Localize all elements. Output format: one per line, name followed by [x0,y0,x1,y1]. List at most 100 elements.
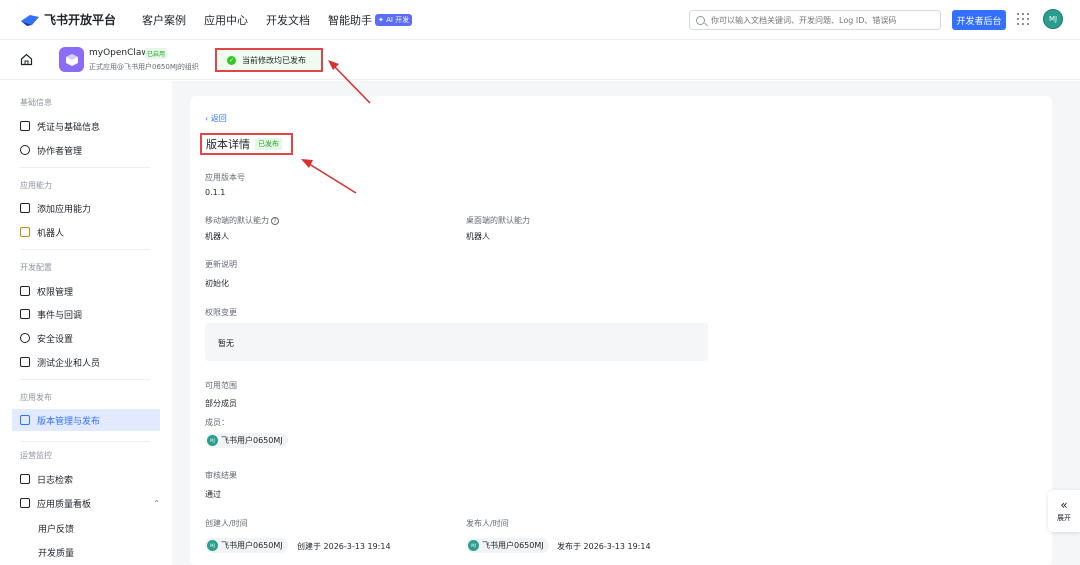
scope-value: 部分成员 [205,399,237,408]
apps-grid-icon[interactable] [1017,13,1029,25]
sidebar: 基础信息 凭证与基础信息 协作者管理 应用能力 添加应用能力 机器人 开发配置 … [0,81,172,565]
publisher-name: 飞书用户0650MJ [482,541,544,550]
creator-label: 创建人/时间 [205,519,248,528]
published-time: 发布于 2026-3-13 19:14 [557,542,651,551]
search-input[interactable] [711,15,936,25]
sidebar-section-title: 运营监控 [20,451,52,460]
app-subtitle: 正式应用@飞书用户0650MJ的组织 [89,63,199,71]
search-icon [696,15,705,25]
chevron-up-icon[interactable]: ⌃ [153,499,160,508]
status-badge: 已发布 [255,138,282,150]
sidebar-item-label: 测试企业和人员 [37,358,101,369]
user-avatar[interactable]: MJ [1043,9,1063,29]
sidebar-item-test-org[interactable]: 测试企业和人员 [20,351,160,373]
credentials-icon [20,121,30,131]
search-box[interactable] [689,10,941,30]
release-notes-label: 更新说明 [205,260,237,269]
mobile-capability-label: 移动端的默认能力? [205,215,279,226]
mobile-capability-label-text: 移动端的默认能力 [205,216,269,225]
sidebar-item-events[interactable]: 事件与回调 [20,303,160,325]
sidebar-item-add-capability[interactable]: 添加应用能力 [20,197,160,219]
sidebar-item-version-release[interactable]: 版本管理与发布 [12,409,160,431]
publisher-label: 发布人/时间 [466,519,509,528]
version-value: 0.1.1 [205,188,226,197]
shield-icon [20,333,30,343]
created-time: 创建于 2026-3-13 19:14 [297,542,391,551]
lock-icon [20,286,30,296]
sidebar-item-label: 事件与回调 [37,310,83,321]
sidebar-section-title: 开发配置 [20,263,52,272]
desktop-capability-label: 桌面端的默认能力 [466,216,530,225]
nav-docs[interactable]: 开发文档 [266,12,310,28]
sidebar-item-quality[interactable]: 应用质量看板 ⌃ [20,492,160,514]
ai-badge: ✦ AI 开发 [375,13,413,26]
sidebar-subitem-feedback[interactable]: 用户反馈 [38,522,74,535]
logo-text: 飞书开放平台 [44,13,117,27]
expand-panel-button[interactable]: « 展开 [1048,490,1080,532]
scope-label: 可用范围 [205,381,237,390]
sidebar-item-permissions[interactable]: 权限管理 [20,280,160,302]
sidebar-item-logs[interactable]: 日志检索 [20,468,160,490]
creator-name: 飞书用户0650MJ [221,541,283,550]
member-chip: MJ 飞书用户0650MJ [205,433,288,448]
permission-change-label: 权限变更 [205,308,237,317]
toast-text: 当前修改均已发布 [242,55,306,65]
sidebar-item-label: 应用质量看板 [37,499,92,510]
divider [20,249,150,250]
sidebar-item-label: 添加应用能力 [37,204,92,215]
avatar: MJ [207,540,218,551]
publisher-chip: MJ 飞书用户0650MJ [466,538,549,553]
sidebar-item-credentials[interactable]: 凭证与基础信息 [20,115,160,137]
person-icon [20,145,30,155]
review-label: 审核结果 [205,471,237,480]
sidebar-item-label: 安全设置 [37,334,74,345]
sidebar-item-security[interactable]: 安全设置 [20,327,160,349]
back-link[interactable]: ‹ 返回 [205,113,227,124]
check-circle-icon: ✓ [227,55,236,65]
sidebar-item-collaborators[interactable]: 协作者管理 [20,139,160,161]
sidebar-item-label: 日志检索 [37,475,74,486]
app-status-badge: 已启用 [145,48,168,59]
creator-chip: MJ 飞书用户0650MJ [205,538,288,553]
main-nav: 客户案例 应用中心 开发文档 智能助手 ✦ AI 开发 [142,12,430,28]
sidebar-section-title: 应用能力 [20,181,52,190]
log-search-icon [20,474,30,484]
app-icon [59,47,84,72]
mobile-capability-value: 机器人 [205,232,229,241]
app-name: myOpenClaw [89,48,149,58]
members-label: 成员： [205,418,229,427]
app-header: myOpenClaw 已启用 正式应用@飞书用户0650MJ的组织 [0,40,1080,80]
bar-chart-icon [20,498,30,508]
developer-console-button[interactable]: 开发者后台 [952,10,1006,30]
sidebar-section-title: 应用发布 [20,393,52,402]
back-link-label: 返回 [210,114,227,123]
sidebar-item-label: 机器人 [37,228,65,239]
double-chevron-left-icon: « [1060,498,1068,512]
expand-label: 展开 [1057,514,1071,522]
sidebar-item-bot[interactable]: 机器人 [20,221,160,243]
home-icon[interactable] [20,53,33,66]
published-toast: ✓ 当前修改均已发布 [215,48,323,72]
member-name: 飞书用户0650MJ [221,436,283,445]
sidebar-item-label: 协作者管理 [37,146,83,157]
desktop-capability-value: 机器人 [466,232,490,241]
sidebar-subitem-dev-quality[interactable]: 开发质量 [38,546,74,559]
nav-assistant[interactable]: 智能助手 ✦ AI 开发 [328,12,413,28]
permission-change-box [205,323,708,361]
version-label: 应用版本号 [205,173,245,182]
release-notes-value: 初始化 [205,279,229,288]
nav-cases[interactable]: 客户案例 [142,12,186,28]
sidebar-item-label: 版本管理与发布 [37,416,101,427]
cube-icon [65,53,78,66]
help-icon[interactable]: ? [271,217,279,225]
page-title: 版本详情 [206,138,250,151]
nav-assistant-label: 智能助手 [328,13,373,27]
upload-icon [20,415,30,425]
logo[interactable]: 飞书开放平台 [20,11,116,28]
page-title-box: 版本详情 已发布 [200,133,293,155]
permission-change-value: 暂无 [218,339,234,348]
divider [20,167,150,168]
nav-app-center[interactable]: 应用中心 [204,12,248,28]
grid-plus-icon [20,203,30,213]
sidebar-item-label: 权限管理 [37,287,74,298]
